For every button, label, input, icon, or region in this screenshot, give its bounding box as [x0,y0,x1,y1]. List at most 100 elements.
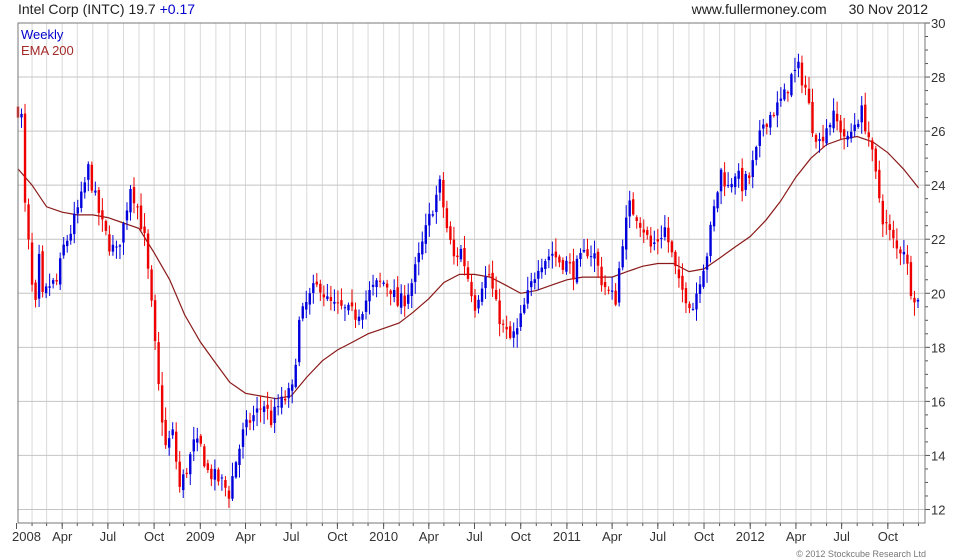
candle-body-up [519,313,522,327]
candle-body-up [234,462,238,478]
x-tick-label: Oct [511,529,532,544]
candle-body-up [115,246,118,248]
x-tick-label: Jul [100,529,117,544]
candle-body-down [835,113,839,122]
x-tick-label: Jul [466,529,483,544]
candle-body-down [329,296,333,301]
candle-body-up [663,227,667,238]
candle-body-down [888,224,892,230]
candle-body-down [90,164,94,191]
legend-weekly: Weekly [21,27,64,42]
candle-body-up [368,290,371,302]
x-tick-label: Jul [833,529,850,544]
y-tick-label: 20 [931,286,945,301]
candle-body-down [494,289,498,300]
candle-body-down [101,210,104,220]
candle-body-up [769,115,772,128]
y-tick-label: 24 [931,178,945,193]
candle-body-up [477,299,480,309]
candle-body-down [667,227,670,243]
candle-body-up [287,388,290,399]
candle-body-down [723,172,726,187]
candle-body-up [111,244,115,252]
x-tick-label: Oct [327,529,348,544]
candle-body-down [649,235,652,247]
candle-body-down [639,222,642,228]
candle-body-up [533,279,536,283]
candle-body-down [160,385,164,423]
candle-body-down [449,226,452,240]
candle-body-up [171,429,174,436]
candle-body-up [523,304,526,313]
candle-body-down [132,187,136,204]
candle-body-down [800,62,804,86]
candle-body-down [473,295,477,311]
chart-legend: Weekly EMA 200 [21,27,74,59]
candle-body-up [305,302,308,310]
candle-body-down [881,200,885,225]
x-tick-label: 2011 [553,529,581,544]
candle-body-up [69,233,72,241]
candle-body-up [624,217,628,250]
candle-body-up [129,188,132,213]
candle-body-down [600,266,603,286]
candle-body-down [864,104,867,132]
candle-body-down [199,435,203,444]
candle-body-up [182,474,185,491]
price-chart: 12 14 16 18 20 22 24 26 28 30 2008 Apr Jul Oct 2009 Apr… [12,16,945,544]
candle-body-up [793,69,797,72]
candle-body-up [167,438,171,448]
candle-body-down [266,404,269,409]
candle-body-up [371,284,375,287]
candle-body-down [586,249,589,257]
candle-body-up [705,256,709,270]
candle-body-down [878,169,881,199]
candle-body-up [790,74,793,96]
candle-body-down [217,469,220,482]
candle-body-down [224,480,227,488]
candle-body-down [315,281,319,285]
x-tick-label: Apr [602,529,623,544]
candle-body-up [382,282,385,284]
candle-body-up [189,454,192,475]
candle-body-down [508,326,512,338]
candle-body-up [653,242,656,245]
candle-body-up [551,253,554,256]
candle-body-down [487,274,491,276]
candle-body-up [758,130,761,146]
candle-body-up [347,304,350,311]
candle-body-down [139,205,143,229]
candle-body-up [291,384,294,391]
y-tick-label: 18 [931,340,945,355]
candle-body-down [136,206,139,208]
candle-body-down [466,267,470,279]
candle-body-down [227,490,231,499]
candle-body-down [885,222,888,224]
candle-body-down [97,190,101,213]
candle-body-down [206,463,210,470]
candle-body-down [157,342,160,385]
candle-body-up [733,176,737,188]
candle-body-up [712,206,716,227]
candle-body-up [853,124,856,132]
candle-body-down [164,419,167,446]
candle-body-up [255,408,259,413]
candle-body-up [262,406,266,412]
candle-body-down [748,175,751,178]
candle-body-up [797,61,800,69]
candle-body-down [259,408,262,410]
candle-body-up [565,260,568,272]
x-tick-label: Apr [52,529,73,544]
candle-body-up [94,190,97,193]
candle-body-down [603,281,607,288]
candle-body-up [276,406,280,408]
candle-body-up [407,294,410,304]
candle-body-down [55,280,58,282]
y-tick-label: 26 [931,124,945,139]
x-tick-label: Oct [144,529,165,544]
candle-body-up [818,139,821,141]
candle-body-up [326,296,329,300]
candle-body-up [62,244,65,256]
x-tick-label: Apr [786,529,807,544]
candle-body-up [480,288,484,302]
